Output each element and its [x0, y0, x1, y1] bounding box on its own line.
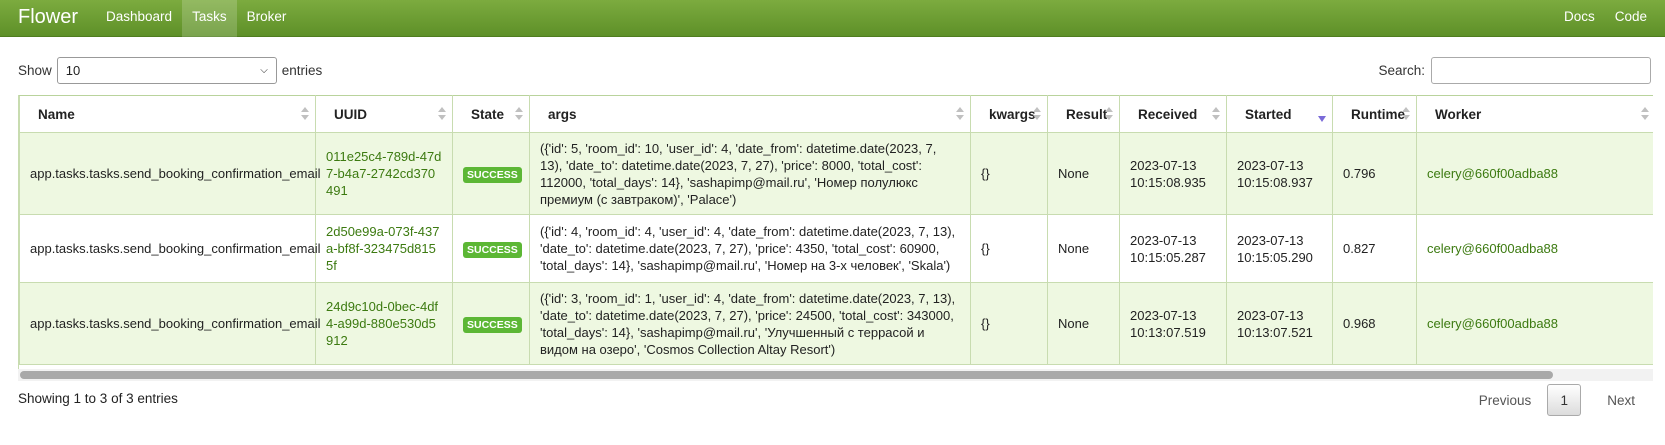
task-runtime: 0.827: [1332, 214, 1417, 283]
entries-label: entries: [281, 63, 323, 78]
sort-desc-icon: [1318, 107, 1326, 122]
sort-icon: [1212, 107, 1220, 121]
task-uuid-link[interactable]: 24d9c10d-0bec-4df4-a99d-880e530d5912: [315, 282, 453, 365]
task-runtime: 0.968: [1332, 282, 1417, 365]
column-header-received[interactable]: Received: [1119, 95, 1227, 133]
sort-icon: [1641, 107, 1649, 121]
sort-icon: [1033, 107, 1041, 121]
task-result: None: [1047, 282, 1120, 365]
nav-broker[interactable]: Broker: [237, 0, 297, 37]
column-header-args[interactable]: args: [529, 95, 971, 133]
previous-button[interactable]: Previous: [1469, 393, 1542, 408]
search-input[interactable]: [1431, 57, 1651, 84]
task-name: app.tasks.tasks.send_booking_confirmatio…: [19, 282, 321, 365]
status-badge: SUCCESS: [463, 316, 522, 333]
task-started: 2023-07-13 10:15:08.937: [1226, 132, 1333, 215]
task-args: ({'id': 3, 'room_id': 1, 'user_id': 4, '…: [529, 282, 971, 365]
task-received: 2023-07-13 10:15:08.935: [1119, 132, 1227, 215]
task-state: SUCCESS: [452, 132, 530, 215]
column-header-kwargs[interactable]: kwargs: [970, 95, 1048, 133]
search-label: Search:: [1378, 63, 1425, 78]
nav-tasks[interactable]: Tasks: [182, 0, 237, 37]
task-started: 2023-07-13 10:15:05.290: [1226, 214, 1333, 283]
task-received: 2023-07-13 10:15:05.287: [1119, 214, 1227, 283]
task-worker-link[interactable]: celery@660f00adba88: [1416, 214, 1653, 283]
task-name: app.tasks.tasks.send_booking_confirmatio…: [19, 214, 321, 283]
task-kwargs: {}: [970, 214, 1048, 283]
nav-code[interactable]: Code: [1605, 0, 1657, 37]
table-header-row: Name UUID State args kwargs Result Recei…: [19, 95, 1653, 133]
column-header-runtime[interactable]: Runtime: [1332, 95, 1417, 133]
task-name: app.tasks.tasks.send_booking_confirmatio…: [19, 132, 321, 215]
brand-logo[interactable]: Flower: [0, 0, 96, 37]
task-kwargs: {}: [970, 282, 1048, 365]
show-label: Show: [18, 63, 52, 78]
task-worker-link[interactable]: celery@660f00adba88: [1416, 132, 1653, 215]
entries-select-value: 10: [65, 63, 81, 78]
column-header-worker[interactable]: Worker: [1416, 95, 1653, 133]
nav-docs[interactable]: Docs: [1554, 0, 1605, 37]
task-result: None: [1047, 214, 1120, 283]
nav-dashboard[interactable]: Dashboard: [96, 0, 182, 37]
navbar: Flower Dashboard Tasks Broker Docs Code: [0, 0, 1665, 37]
sort-icon: [515, 107, 523, 121]
task-kwargs: {}: [970, 132, 1048, 215]
task-runtime: 0.796: [1332, 132, 1417, 215]
search-controls: Search:: [1378, 57, 1651, 84]
sort-icon: [956, 107, 964, 121]
sort-icon: [1402, 107, 1410, 121]
nav-right: Docs Code: [1554, 0, 1665, 37]
pagination: Previous 1 Next: [1469, 384, 1645, 416]
task-args: ({'id': 5, 'room_id': 10, 'user_id': 4, …: [529, 132, 971, 215]
page-1-button[interactable]: 1: [1547, 384, 1582, 416]
column-header-started[interactable]: Started: [1226, 95, 1333, 133]
tasks-table: Name UUID State args kwargs Result Recei…: [19, 95, 1653, 365]
horizontal-scrollbar[interactable]: [18, 369, 1653, 381]
table-row: app.tasks.tasks.send_booking_confirmatio…: [19, 214, 1653, 283]
sort-icon: [1105, 107, 1113, 121]
task-state: SUCCESS: [452, 282, 530, 365]
sort-icon: [438, 107, 446, 121]
task-received: 2023-07-13 10:13:07.519: [1119, 282, 1227, 365]
task-worker-link[interactable]: celery@660f00adba88: [1416, 282, 1653, 365]
table-row: app.tasks.tasks.send_booking_confirmatio…: [19, 132, 1653, 215]
status-badge: SUCCESS: [463, 166, 522, 183]
tasks-table-container: Name UUID State args kwargs Result Recei…: [18, 95, 1653, 369]
column-header-state[interactable]: State: [452, 95, 530, 133]
task-result: None: [1047, 132, 1120, 215]
task-uuid-link[interactable]: 011e25c4-789d-47d7-b4a7-2742cd370491: [315, 132, 453, 215]
column-header-name[interactable]: Name: [19, 95, 316, 133]
table-row: app.tasks.tasks.send_booking_confirmatio…: [19, 282, 1653, 365]
scrollbar-thumb[interactable]: [20, 371, 1553, 379]
column-header-result[interactable]: Result: [1047, 95, 1120, 133]
entries-select[interactable]: 10 ⌵: [56, 57, 277, 84]
column-header-uuid[interactable]: UUID: [315, 95, 453, 133]
length-controls: Show 10 ⌵ entries: [18, 57, 322, 84]
next-button[interactable]: Next: [1597, 393, 1645, 408]
status-badge: SUCCESS: [463, 241, 522, 258]
table-info: Showing 1 to 3 of 3 entries: [18, 391, 178, 406]
task-args: ({'id': 4, 'room_id': 4, 'user_id': 4, '…: [529, 214, 971, 283]
task-state: SUCCESS: [452, 214, 530, 283]
task-uuid-link[interactable]: 2d50e99a-073f-437a-bf8f-323475d8155f: [315, 214, 453, 283]
chevron-down-icon: ⌵: [260, 65, 268, 76]
task-started: 2023-07-13 10:13:07.521: [1226, 282, 1333, 365]
sort-icon: [301, 107, 309, 121]
